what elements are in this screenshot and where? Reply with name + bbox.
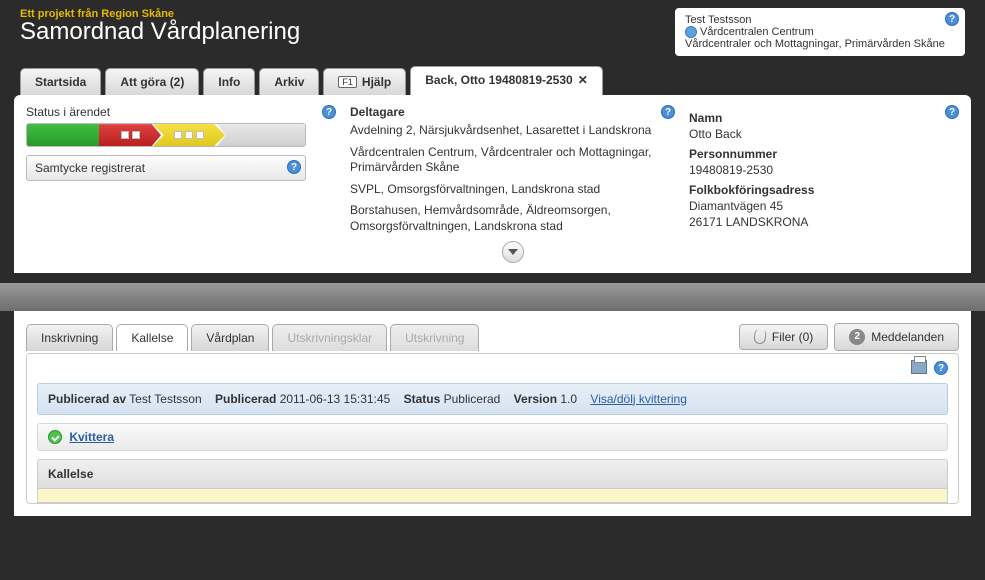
main-panel: ? Status i ärendet ? Samtycke registrera… (14, 95, 971, 273)
list-item: Avdelning 2, Närsjukvårdsenhet, Lasarett… (350, 123, 675, 139)
check-icon (48, 430, 62, 444)
status-progress (26, 123, 306, 147)
kvittera-link[interactable]: Kvittera (69, 430, 114, 444)
tab-patient[interactable]: Back, Otto 19480819-2530 ✕ (410, 66, 603, 95)
files-label: Filer (0) (772, 330, 813, 344)
subtab-utskrivningsklar: Utskrivningsklar (272, 324, 387, 351)
help-icon[interactable]: ? (945, 12, 959, 26)
pub-version-label: Version (514, 392, 557, 406)
pub-version-value: 1.0 (560, 392, 577, 406)
pnr-value: 19480819-2530 (689, 163, 959, 177)
subtab-kallelse[interactable]: Kallelse (116, 324, 188, 351)
tab-hjalp[interactable]: F1Hjälp (323, 68, 406, 95)
chevron-down-icon[interactable] (502, 241, 524, 263)
status-seg-yellow (153, 124, 225, 146)
help-icon[interactable]: ? (661, 105, 675, 119)
pub-status-value: Publicerad (444, 392, 501, 406)
consent-box: ? Samtycke registrerat (26, 155, 306, 181)
pub-by-value: Test Testsson (129, 392, 201, 406)
user-box: ? Test Testsson Vårdcentralen Centrum Vå… (675, 8, 965, 56)
user-org: Vårdcentraler och Mottagningar, Primärvå… (685, 38, 955, 50)
subtab-inskrivning[interactable]: Inskrivning (26, 324, 113, 351)
app-header: Ett projekt från Region Skåne Samordnad … (0, 0, 985, 56)
list-item: Borstahusen, Hemvårdsområde, Äldreomsorg… (350, 203, 675, 234)
addr-line1: Diamantvägen 45 (689, 199, 959, 213)
user-unit: Vårdcentralen Centrum (700, 26, 814, 38)
help-icon[interactable]: ? (945, 105, 959, 119)
publish-info-bar: Publicerad av Test Testsson Publicerad 2… (37, 383, 948, 415)
pub-by-label: Publicerad av (48, 392, 126, 406)
toggle-kvittering-link[interactable]: Visa/dölj kvittering (590, 392, 687, 406)
messages-label: Meddelanden (871, 330, 944, 344)
status-seg-gray (217, 124, 305, 146)
addr-label: Folkbokföringsadress (689, 183, 959, 197)
name-label: Namn (689, 111, 959, 125)
paperclip-icon (753, 329, 767, 345)
subtab-vardplan[interactable]: Vårdplan (191, 324, 269, 351)
status-seg-red (99, 124, 161, 146)
list-item: Vårdcentralen Centrum, Vårdcentraler och… (350, 145, 675, 176)
status-seg-green (27, 124, 99, 146)
main-tabs: Startsida Att göra (2) Info Arkiv F1Hjäl… (0, 56, 985, 95)
participants-title: Deltagare (350, 105, 675, 119)
divider-band (0, 283, 985, 311)
kallelse-section-body (37, 489, 948, 503)
kallelse-section-header: Kallelse (37, 459, 948, 489)
status-title: Status i ärendet (26, 105, 336, 119)
tab-arkiv[interactable]: Arkiv (259, 68, 319, 95)
kvittera-row: Kvittera (37, 423, 948, 452)
participants-panel: ? Deltagare Avdelning 2, Närsjukvårdsenh… (350, 105, 675, 263)
pub-status-label: Status (404, 392, 441, 406)
subtab-utskrivning: Utskrivning (390, 324, 479, 351)
pnr-label: Personnummer (689, 147, 959, 161)
sub-content: Inskrivning Kallelse Vårdplan Utskrivnin… (14, 311, 971, 517)
tab-startsida[interactable]: Startsida (20, 68, 101, 95)
addr-line2: 26171 LANDSKRONA (689, 215, 959, 229)
subtabs: Inskrivning Kallelse Vårdplan Utskrivnin… (26, 324, 479, 351)
header-title: Samordnad Vårdplanering (20, 18, 300, 46)
files-button[interactable]: Filer (0) (739, 324, 828, 350)
help-icon[interactable]: ? (287, 160, 301, 174)
content-box: ? Publicerad av Test Testsson Publicerad… (26, 353, 959, 505)
person-panel: ? Namn Otto Back Personnummer 19480819-2… (689, 105, 959, 263)
globe-icon (685, 26, 697, 38)
status-panel: ? Status i ärendet ? Samtycke registrera… (26, 105, 336, 263)
participants-list: Avdelning 2, Närsjukvårdsenhet, Lasarett… (350, 123, 675, 235)
tab-patient-label: Back, Otto 19480819-2530 (425, 73, 572, 87)
pub-date-value: 2011-06-13 15:31:45 (280, 392, 391, 406)
messages-count-badge: 2 (849, 329, 865, 345)
f1-badge: F1 (338, 76, 357, 88)
list-item: SVPL, Omsorgsförvaltningen, Landskrona s… (350, 182, 675, 198)
tab-att-gora[interactable]: Att göra (2) (105, 68, 199, 95)
print-icon[interactable] (911, 360, 927, 374)
close-icon[interactable]: ✕ (578, 73, 588, 87)
tab-info[interactable]: Info (203, 68, 255, 95)
help-icon[interactable]: ? (322, 105, 336, 119)
user-name: Test Testsson (685, 14, 955, 26)
messages-button[interactable]: 2 Meddelanden (834, 323, 959, 351)
pub-date-label: Publicerad (215, 392, 276, 406)
name-value: Otto Back (689, 127, 959, 141)
consent-text: Samtycke registrerat (35, 161, 145, 175)
help-icon[interactable]: ? (934, 361, 948, 375)
